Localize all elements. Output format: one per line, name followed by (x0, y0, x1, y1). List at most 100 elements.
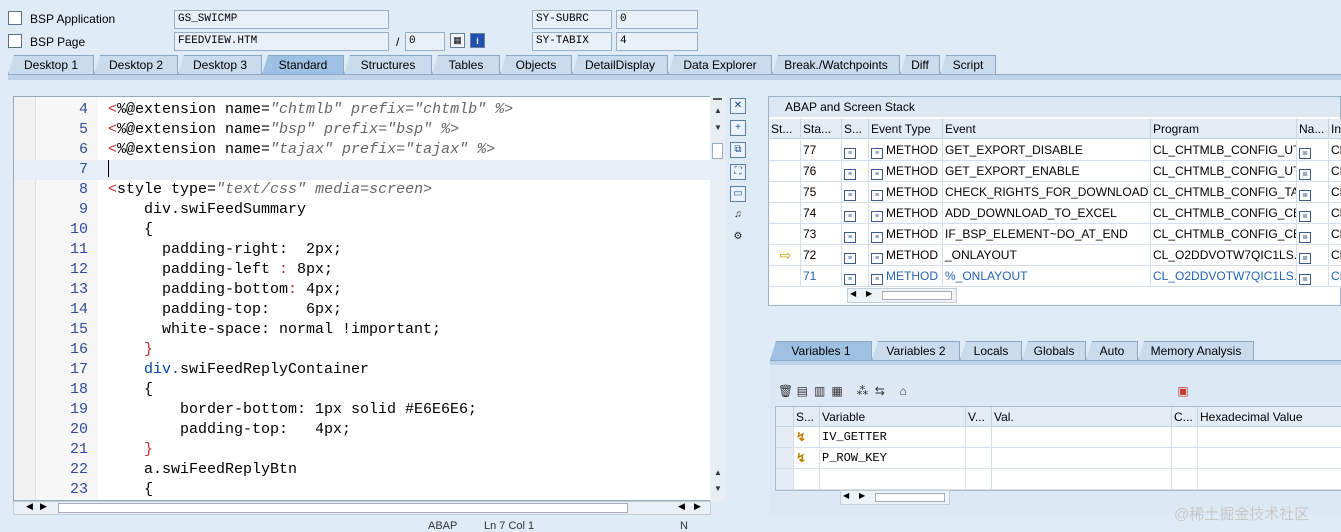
stack-cell-include[interactable]: CL (1329, 203, 1341, 224)
code-text[interactable]: <%@extension name="bsp" prefix="bsp" %> (108, 120, 459, 140)
stack-cell-icon[interactable]: ≡ (842, 245, 869, 266)
vtab-locals[interactable]: Locals (960, 341, 1022, 360)
stack-cell-icon[interactable]: ≡ (842, 203, 869, 224)
stack-cell-marker[interactable]: ⇨ (769, 245, 801, 266)
navigate-icon[interactable]: ≣ (1299, 253, 1311, 264)
code-text[interactable]: div.swiFeedSummary (108, 200, 306, 220)
code-text[interactable]: { (108, 220, 153, 240)
stack-cell-marker[interactable] (769, 266, 801, 287)
tab-desktop-3[interactable]: Desktop 3 (178, 55, 262, 74)
code-text[interactable]: padding-left : 8px; (108, 260, 333, 280)
stack-cell-include[interactable]: CL (1329, 140, 1341, 161)
tab-structures[interactable]: Structures (344, 55, 432, 74)
stack-cell-marker[interactable] (769, 203, 801, 224)
vtab-variables-2[interactable]: Variables 2 (872, 341, 960, 360)
stack-cell-event[interactable]: %_ONLAYOUT (943, 266, 1151, 287)
stack-cell-marker[interactable] (769, 161, 801, 182)
var-type-icon[interactable] (794, 469, 820, 490)
var-type-icon[interactable]: ↯ (794, 448, 820, 469)
stack-cell-level[interactable]: 73 (801, 224, 842, 245)
stack-cell-nav[interactable]: ≣ (1297, 161, 1329, 182)
stack-col-header[interactable]: Program (1151, 119, 1297, 139)
settings-icon[interactable]: ⚙ (730, 230, 746, 246)
details-icon[interactable]: ▥ (813, 384, 827, 398)
export-icon[interactable]: ▦ (830, 384, 844, 398)
tab-desktop-2[interactable]: Desktop 2 (94, 55, 178, 74)
stack-cell-level[interactable]: 74 (801, 203, 842, 224)
stack-cell-icon[interactable]: ≡ (842, 224, 869, 245)
var-cell[interactable] (966, 427, 992, 448)
stack-cell-program[interactable]: CL_CHTMLB_CONFIG_CE... (1151, 203, 1297, 224)
stack-col-header[interactable]: Sta... (801, 119, 842, 139)
tab-detaildisplay[interactable]: DetailDisplay (572, 55, 668, 74)
var-cell[interactable] (992, 448, 1172, 469)
stack-cell-icon[interactable]: ≡ (842, 182, 869, 203)
stack-cell-level[interactable]: 75 (801, 182, 842, 203)
stack-cell-level[interactable]: 77 (801, 140, 842, 161)
source-editor[interactable]: 4 <%@extension name="chtmlb" prefix="chtm… (13, 96, 711, 501)
tab-tables[interactable]: Tables (432, 55, 500, 74)
var-cell[interactable] (966, 448, 992, 469)
insert-row-icon[interactable]: ▤ (795, 384, 809, 398)
stack-cell-marker[interactable] (769, 140, 801, 161)
stack-cell-include[interactable]: CL (1329, 182, 1341, 203)
headset-icon[interactable]: ♫ (730, 208, 746, 224)
stack-cell-level[interactable]: 72 (801, 245, 842, 266)
var-col-header[interactable]: Val. (992, 407, 1172, 427)
var-cell[interactable] (992, 469, 1172, 490)
stack-cell-type[interactable]: ≡ METHOD (869, 140, 943, 161)
navigate-icon[interactable]: ≣ (1299, 148, 1311, 159)
navigate-icon[interactable]: ≣ (1299, 169, 1311, 180)
stack-cell-event[interactable]: GET_EXPORT_ENABLE (943, 161, 1151, 182)
stack-cell-type[interactable]: ≡ METHOD (869, 203, 943, 224)
var-type-icon[interactable]: ↯ (794, 427, 820, 448)
navigate-icon[interactable]: ≣ (1299, 211, 1311, 222)
vtab-auto[interactable]: Auto (1086, 341, 1138, 360)
code-text[interactable]: border-bottom: 1px solid #E6E6E6; (108, 400, 477, 420)
stack-cell-program[interactable]: CL_CHTMLB_CONFIG_CE... (1151, 224, 1297, 245)
tab-desktop-1[interactable]: Desktop 1 (8, 55, 94, 74)
row-selector[interactable] (776, 448, 794, 469)
save-icon[interactable]: ▣ (1176, 384, 1190, 398)
tab-objects[interactable]: Objects (500, 55, 572, 74)
code-text[interactable]: padding-top: 4px; (108, 420, 351, 440)
var-cell[interactable] (992, 427, 1172, 448)
code-text[interactable]: white-space: normal !important; (108, 320, 441, 340)
var-col-header[interactable]: Hexadecimal Value (1198, 407, 1341, 427)
info-icon[interactable]: i (470, 33, 485, 48)
stack-col-header[interactable]: S... (842, 119, 869, 139)
stack-cell-marker[interactable] (769, 224, 801, 245)
transfer-icon[interactable]: ⇆ (873, 384, 887, 398)
code-text[interactable]: padding-right: 2px; (108, 240, 342, 260)
stack-col-header[interactable]: Event (943, 119, 1151, 139)
tab-break-watchpoints[interactable]: Break./Watchpoints (772, 55, 900, 74)
vtab-memory-analysis[interactable]: Memory Analysis (1138, 341, 1254, 360)
stack-cell-nav[interactable]: ≣ (1297, 245, 1329, 266)
stack-cell-program[interactable]: CL_O2DDVOTW7QIC1LS... (1151, 245, 1297, 266)
vtab-variables-1[interactable]: Variables 1 (770, 341, 872, 360)
stack-cell-event[interactable]: _ONLAYOUT (943, 245, 1151, 266)
code-text[interactable]: a.swiFeedReplyBtn (108, 460, 297, 480)
stack-cell-icon[interactable]: ≡ (842, 140, 869, 161)
editor-vertical-scrollbar[interactable]: ▲ ▼ ▲ ▼ (710, 96, 725, 501)
close-editor-icon[interactable]: ✕ (730, 98, 746, 114)
var-cell[interactable] (966, 469, 992, 490)
stack-col-header[interactable]: Event Type (869, 119, 943, 139)
stack-cell-program[interactable]: CL_O2DDVOTW7QIC1LS... (1151, 266, 1297, 287)
code-text[interactable] (108, 160, 109, 181)
stack-cell-level[interactable]: 76 (801, 161, 842, 182)
tab-standard[interactable]: Standard (262, 55, 344, 74)
stack-cell-event[interactable]: ADD_DOWNLOAD_TO_EXCEL (943, 203, 1151, 224)
stack-cell-nav[interactable]: ≣ (1297, 203, 1329, 224)
row-selector[interactable] (776, 427, 794, 448)
var-cell[interactable] (1198, 469, 1341, 490)
code-text[interactable]: padding-bottom: 4px; (108, 280, 342, 300)
delete-icon[interactable]: 🗑 (778, 384, 793, 398)
stack-cell-include[interactable]: CL (1329, 224, 1341, 245)
navigate-icon[interactable]: ≣ (1299, 190, 1311, 201)
var-cell[interactable] (1198, 427, 1341, 448)
stack-cell-icon[interactable]: ≡ (842, 266, 869, 287)
stack-cell-type[interactable]: ≡ METHOD (869, 224, 943, 245)
bsp-application-field[interactable]: GS_SWICMP (174, 10, 389, 29)
navigate-icon[interactable]: ▦ (450, 33, 465, 48)
